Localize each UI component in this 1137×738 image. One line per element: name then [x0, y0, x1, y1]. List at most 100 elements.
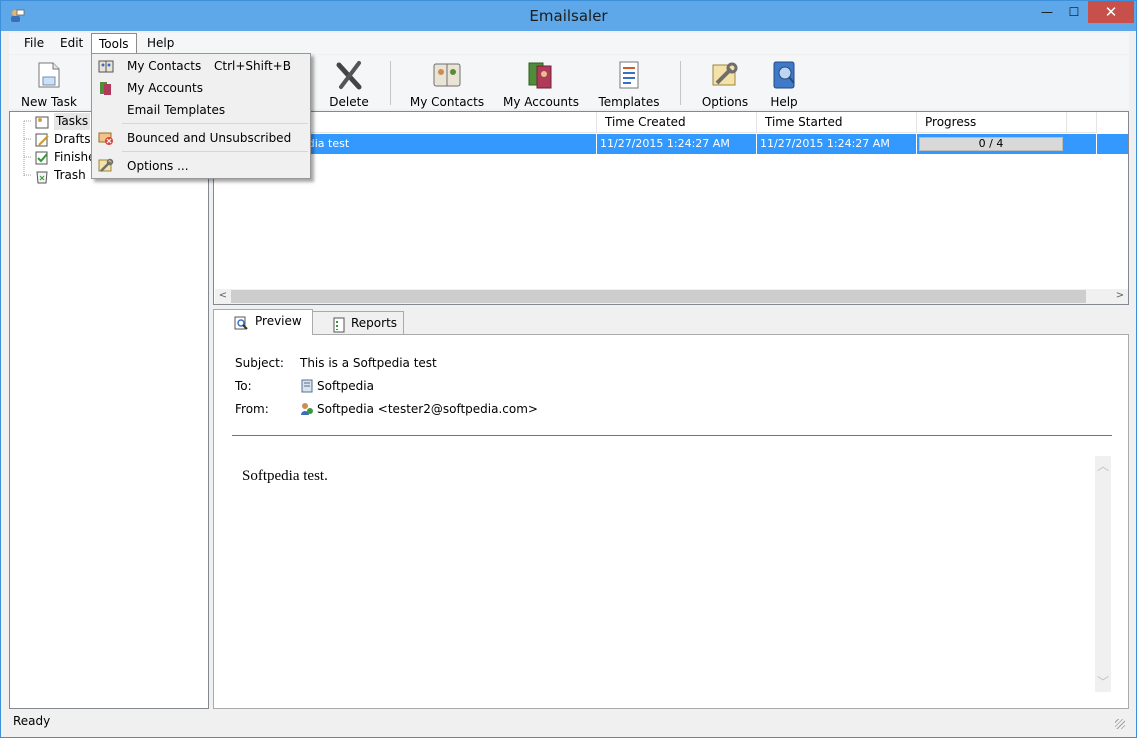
- tree-item-tasks[interactable]: Tasks: [10, 113, 91, 130]
- column-header-progress[interactable]: Progress: [917, 112, 1067, 133]
- cell-time-started: 11/27/2015 1:24:27 AM: [757, 134, 917, 154]
- vertical-scrollbar[interactable]: ︿ ﹀: [1095, 456, 1111, 692]
- menu-item-label: My Accounts: [127, 81, 203, 95]
- window-title: Emailsaler: [529, 7, 608, 25]
- bounced-icon: [98, 132, 113, 145]
- tab-reports[interactable]: Reports: [312, 311, 404, 335]
- status-bar: Ready: [9, 711, 1129, 733]
- sender-account-icon: [301, 403, 313, 415]
- menu-item-my-contacts[interactable]: My Contacts Ctrl+Shift+B: [93, 55, 309, 77]
- from-field: Softpedia <tester2@softpedia.com>: [300, 402, 538, 416]
- resize-grip-icon[interactable]: [1115, 719, 1125, 729]
- tree-item-drafts[interactable]: Drafts: [10, 131, 91, 148]
- column-header-time-started[interactable]: Time Started: [757, 112, 917, 133]
- scroll-right-icon[interactable]: >: [1112, 289, 1128, 304]
- tasks-icon: [35, 116, 49, 129]
- to-value: Softpedia: [317, 379, 374, 393]
- subject-label: Subject:: [235, 356, 284, 370]
- menu-file[interactable]: File: [17, 33, 51, 54]
- title-bar[interactable]: Emailsaler — ☐ ✕: [1, 1, 1136, 31]
- toolbar-separator: [680, 61, 681, 105]
- contacts-book-icon: [433, 63, 461, 87]
- column-header-time-created[interactable]: Time Created: [597, 112, 757, 133]
- horizontal-scrollbar[interactable]: < >: [215, 289, 1128, 304]
- recipient-list-icon: [301, 379, 313, 393]
- menu-item-bounced-unsubscribed[interactable]: Bounced and Unsubscribed: [93, 127, 309, 149]
- tree-label: Tasks: [54, 113, 91, 130]
- table-row[interactable]: edia test 11/27/2015 1:24:27 AM 11/27/20…: [215, 134, 1128, 154]
- menu-tools[interactable]: Tools: [91, 33, 137, 54]
- templates-label: Templates: [598, 95, 660, 109]
- delete-x-icon: [336, 61, 362, 90]
- menu-separator: [122, 123, 308, 124]
- header-divider: [232, 435, 1112, 436]
- menu-item-label: Email Templates: [127, 103, 226, 117]
- new-task-label: New Task: [21, 95, 77, 109]
- menu-item-label: Options ...: [127, 159, 189, 173]
- tree-item-finished[interactable]: Finished: [10, 149, 103, 166]
- preview-pane: Subject: This is a Softpedia test To: So…: [213, 334, 1129, 709]
- tab-strip: Preview Reports: [213, 309, 1129, 335]
- my-accounts-button[interactable]: My Accounts: [503, 57, 579, 109]
- menu-item-options[interactable]: Options ...: [93, 155, 309, 177]
- menu-edit[interactable]: Edit: [53, 33, 90, 54]
- cell-extra: [1067, 134, 1097, 154]
- menu-item-label: Bounced and Unsubscribed: [127, 131, 292, 145]
- to-field: Softpedia: [300, 379, 374, 393]
- menu-bar: File Edit Tools Help: [9, 33, 1129, 54]
- reports-icon: [333, 317, 345, 333]
- menu-item-label: My Contacts: [127, 59, 202, 73]
- preview-magnifier-icon: [234, 316, 248, 330]
- menu-item-email-templates[interactable]: Email Templates: [93, 99, 309, 121]
- help-button[interactable]: Help: [763, 57, 805, 109]
- my-contacts-button[interactable]: My Contacts: [409, 57, 485, 109]
- options-button[interactable]: Options: [697, 57, 753, 109]
- help-label: Help: [770, 95, 798, 109]
- folder-tree: Tasks Drafts Finished Trash: [9, 111, 209, 709]
- close-button[interactable]: ✕: [1088, 1, 1134, 23]
- scroll-down-icon[interactable]: ﹀: [1095, 674, 1111, 690]
- maximize-button[interactable]: ☐: [1061, 1, 1087, 23]
- tree-label: Trash: [54, 168, 86, 182]
- from-value: Softpedia <tester2@softpedia.com>: [317, 402, 538, 416]
- menu-item-my-accounts[interactable]: My Accounts: [93, 77, 309, 99]
- tools-dropdown-menu: My Contacts Ctrl+Shift+B My Accounts Ema…: [91, 53, 311, 179]
- subject-value: This is a Softpedia test: [300, 356, 437, 370]
- options-label: Options: [701, 95, 749, 109]
- contacts-book-icon: [98, 60, 114, 73]
- menu-item-shortcut: Ctrl+Shift+B: [214, 59, 291, 73]
- my-contacts-label: My Contacts: [409, 95, 485, 109]
- delete-button[interactable]: Delete: [321, 57, 377, 109]
- options-icon: [98, 158, 114, 172]
- my-accounts-label: My Accounts: [503, 95, 579, 109]
- new-task-button[interactable]: New Task: [17, 57, 81, 109]
- to-label: To:: [235, 379, 252, 393]
- finished-icon: [35, 151, 48, 165]
- options-tools-icon: [712, 62, 738, 86]
- menu-separator: [122, 151, 308, 152]
- tree-item-trash[interactable]: Trash: [10, 167, 90, 184]
- progress-bar: 0 / 4: [919, 137, 1063, 151]
- column-header-extra: [1067, 112, 1097, 133]
- delete-label: Delete: [329, 95, 369, 109]
- cell-time-created: 11/27/2015 1:24:27 AM: [597, 134, 757, 154]
- tab-preview-label: Preview: [255, 314, 302, 328]
- menu-help[interactable]: Help: [140, 33, 181, 54]
- tree-label: Drafts: [54, 132, 91, 146]
- tab-reports-label: Reports: [351, 316, 398, 330]
- new-task-icon: [38, 62, 60, 88]
- tab-preview[interactable]: Preview: [213, 309, 313, 335]
- scrollbar-thumb[interactable]: [231, 290, 1086, 303]
- help-book-icon: [773, 61, 795, 89]
- app-window: Emailsaler — ☐ ✕ File Edit Tools Help Ne…: [0, 0, 1137, 738]
- toolbar-separator: [390, 61, 391, 105]
- scroll-left-icon[interactable]: <: [215, 289, 231, 304]
- scroll-up-icon[interactable]: ︿: [1095, 458, 1111, 474]
- status-text: Ready: [13, 714, 51, 728]
- accounts-icon: [100, 82, 111, 95]
- templates-button[interactable]: Templates: [593, 57, 665, 109]
- drafts-icon: [35, 133, 49, 147]
- minimize-button[interactable]: —: [1034, 1, 1060, 23]
- progress-text: 0 / 4: [978, 137, 1004, 150]
- templates-icon: [619, 61, 639, 89]
